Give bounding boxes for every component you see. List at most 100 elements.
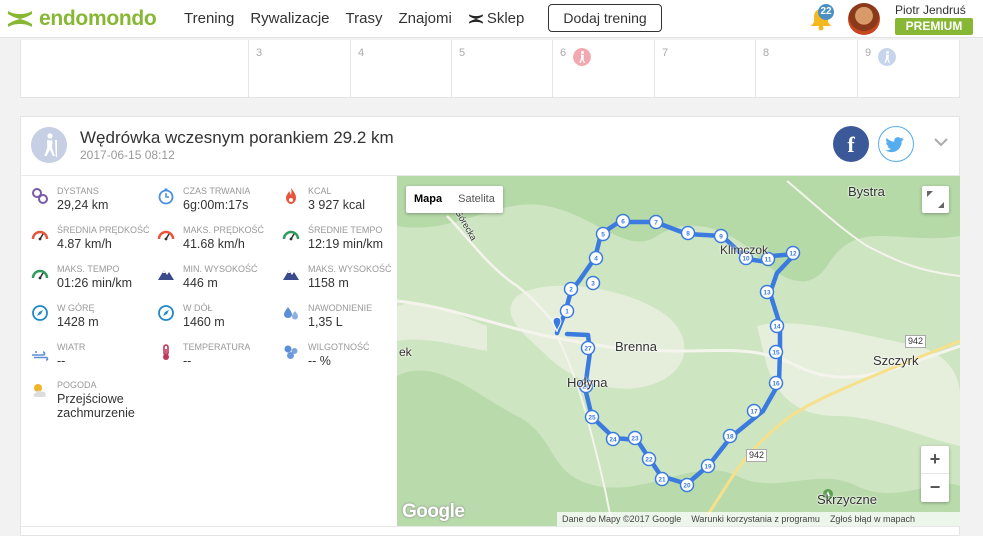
calendar-day-number: 8: [763, 47, 770, 59]
stat-value: 6g:00m:17s: [183, 198, 249, 212]
under-armour-icon: [468, 13, 483, 24]
map-type-map[interactable]: Mapa: [406, 186, 450, 213]
route-marker-number: 15: [772, 350, 780, 357]
route-marker-number: 27: [584, 346, 592, 353]
calendar-day-number: 4: [358, 47, 365, 59]
route-marker[interactable]: 6: [615, 213, 631, 229]
google-logo: Google: [402, 501, 465, 522]
route-marker-number: 7: [654, 220, 658, 227]
route-marker[interactable]: 14: [769, 318, 785, 334]
stat-value: 41.68 km/h: [183, 237, 245, 251]
stat-value: 4.87 km/h: [57, 237, 112, 251]
route-marker[interactable]: 27: [580, 340, 596, 356]
nav-item-routes[interactable]: Trasy: [346, 10, 383, 27]
route-marker-number: 1: [565, 309, 569, 316]
route-marker[interactable]: 18: [722, 428, 738, 444]
nav-item-challenges[interactable]: Rywalizacje: [250, 10, 329, 27]
route-marker[interactable]: 1: [559, 303, 575, 319]
stat-value: -- %: [308, 354, 331, 368]
stat-value: 1428 m: [57, 315, 99, 329]
cloud-sun-icon: [33, 384, 46, 397]
route-marker[interactable]: 22: [641, 451, 657, 467]
compass-icon: [158, 305, 174, 321]
route-marker[interactable]: 24: [605, 431, 621, 447]
route-marker[interactable]: 13: [759, 284, 775, 300]
calendar-strip: 3 4 5 6 7 8 9: [20, 40, 960, 98]
route-marker[interactable]: 16: [768, 375, 784, 391]
map-attribution: Dane do Mapy ©2017 Google Warunki korzys…: [557, 512, 960, 526]
humidity-icon: [284, 345, 298, 359]
route-marker[interactable]: 17: [746, 403, 762, 419]
route-marker[interactable]: 19: [700, 458, 716, 474]
stat-label: Średnia prędkość: [57, 225, 150, 235]
stat-label: Min. wysokość: [183, 264, 258, 274]
user-name[interactable]: Piotr Jendruś: [895, 3, 966, 17]
map-type-satellite[interactable]: Satelita: [450, 186, 503, 213]
calendar-day-number: 9: [865, 47, 872, 59]
stat-label: Nawodnienie: [308, 303, 373, 313]
calendar-day[interactable]: 9: [857, 40, 960, 97]
route-marker[interactable]: 3: [585, 275, 601, 291]
workout-datetime: 2017-06-15 08:12: [80, 148, 175, 162]
add-workout-button[interactable]: Dodaj trening: [548, 4, 662, 32]
route-marker[interactable]: 12: [785, 245, 801, 261]
calendar-day[interactable]: 6: [552, 40, 654, 97]
stat-label: W górę: [57, 303, 95, 313]
workout-title: Wędrówka wczesnym porankiem 29.2 km: [80, 128, 394, 147]
route-marker-number: 18: [726, 434, 734, 441]
calendar-day[interactable]: 5: [451, 40, 552, 97]
calendar-day[interactable]: 8: [755, 40, 857, 97]
stat-label: Dystans: [57, 186, 99, 196]
route-map[interactable]: 1 2 3 4 5 6 7 8 9 10 11 12 13 14 15 16 17 18 19 20 21 22 23 24 2…: [397, 176, 960, 526]
calendar-day-number: 7: [662, 47, 669, 59]
map-report-error-link[interactable]: Zgłoś błąd w mapach: [825, 512, 920, 526]
route-marker[interactable]: 5: [595, 226, 611, 242]
route-marker[interactable]: 21: [654, 471, 670, 487]
zoom-in-button[interactable]: +: [921, 446, 949, 474]
stat-value: 01:26 min/km: [57, 276, 133, 290]
map-terms-link[interactable]: Warunki korzystania z programu: [686, 512, 825, 526]
calendar-day[interactable]: 3: [248, 40, 350, 97]
stat-value: 1158 m: [308, 276, 349, 290]
fullscreen-button[interactable]: [922, 186, 949, 213]
user-avatar[interactable]: [848, 3, 880, 35]
route-marker[interactable]: 20: [679, 477, 695, 493]
brand-name: endomondo: [39, 7, 157, 30]
route-marker[interactable]: 7: [648, 214, 664, 230]
notification-count-badge: 22: [818, 4, 834, 20]
calendar-day[interactable]: 4: [350, 40, 451, 97]
map-place-label: Brenna: [615, 339, 657, 354]
nav-item-training[interactable]: Trening: [184, 10, 234, 27]
hiking-activity-icon[interactable]: [573, 48, 591, 66]
nav-item-friends[interactable]: Znajomi: [398, 10, 451, 27]
mountain-icon: [158, 270, 174, 280]
nav-item-shop[interactable]: Sklep: [468, 10, 541, 27]
zoom-out-button[interactable]: −: [921, 474, 949, 502]
workout-card: Wędrówka wczesnym porankiem 29.2 km 2017…: [20, 116, 960, 536]
stat-value: --: [57, 354, 66, 368]
chevron-down-icon[interactable]: [934, 137, 948, 147]
hiking-activity-icon[interactable]: [878, 48, 896, 66]
route-marker[interactable]: 25: [584, 409, 600, 425]
route-marker[interactable]: 15: [768, 344, 784, 360]
route-marker-number: 11: [765, 257, 772, 264]
premium-badge[interactable]: PREMIUM: [895, 18, 973, 35]
facebook-share-button[interactable]: f: [833, 126, 869, 162]
calendar-day[interactable]: 7: [654, 40, 755, 97]
route-marker[interactable]: 23: [627, 430, 643, 446]
route-marker[interactable]: 2: [563, 281, 579, 297]
route-marker-number: 25: [588, 415, 596, 422]
stat-label: Maks. wysokość: [308, 264, 392, 274]
stat-value: 1,35 L: [308, 315, 343, 329]
route-marker[interactable]: 4: [588, 250, 604, 266]
map-place-label: Szczyrk: [873, 353, 919, 368]
route-marker[interactable]: 9: [713, 228, 729, 244]
route-marker-number: 13: [763, 290, 771, 297]
stat-value: 1460 m: [183, 315, 225, 329]
twitter-share-button[interactable]: [878, 126, 914, 162]
route-marker-number: 9: [719, 234, 723, 241]
speedometer-icon: [31, 269, 49, 280]
brand-logo[interactable]: endomondo: [6, 7, 157, 31]
route-marker[interactable]: 8: [680, 225, 696, 241]
route-marker-number: 3: [591, 281, 595, 288]
